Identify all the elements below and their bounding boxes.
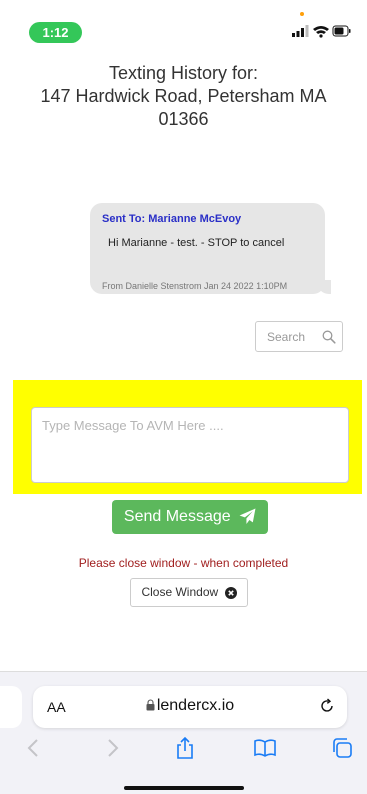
bookmarks-icon[interactable]	[253, 736, 277, 760]
previous-tab-stub[interactable]	[0, 686, 22, 728]
message-recipient: Sent To: Marianne McEvoy	[102, 213, 242, 225]
share-icon[interactable]	[173, 736, 197, 760]
address-bar[interactable]: AA lendercx.io	[33, 686, 347, 728]
back-icon[interactable]	[22, 736, 46, 760]
forward-icon[interactable]	[100, 736, 124, 760]
status-bar: 1:12	[0, 0, 367, 44]
url-display[interactable]: lendercx.io	[33, 697, 347, 715]
home-indicator	[124, 786, 244, 790]
browser-chrome: AA lendercx.io	[0, 671, 367, 794]
close-window-button[interactable]: Close Window	[130, 578, 248, 607]
status-icons	[292, 25, 351, 38]
wifi-icon	[313, 26, 329, 38]
close-notice: Please close window - when completed	[78, 556, 289, 570]
close-circle-icon	[224, 586, 237, 599]
close-window-label: Close Window	[141, 585, 219, 599]
search-input[interactable]: Search	[255, 321, 343, 352]
title-line-1: Texting History for:	[108, 63, 259, 83]
message-body: Hi Marianne - test. - STOP to cancel	[108, 237, 285, 249]
message-bubble: Sent To: Marianne McEvoy Hi Marianne - t…	[90, 203, 331, 294]
title-line-2: 147 Hardwick Road, Petersham MA	[40, 86, 327, 106]
search-placeholder: Search	[267, 330, 306, 344]
send-message-button[interactable]: Send Message	[112, 500, 268, 534]
browser-toolbar	[0, 736, 367, 766]
message-input[interactable]	[31, 407, 349, 483]
reload-icon[interactable]	[319, 698, 335, 714]
title-line-3: 01366	[158, 109, 209, 129]
url-text: lendercx.io	[156, 697, 235, 714]
page-title: Texting History for: 147 Hardwick Road, …	[0, 62, 367, 131]
message-meta: From Danielle Stenstrom Jan 24 2022 1:10…	[102, 281, 288, 291]
lock-icon	[146, 699, 155, 711]
status-time: 1:12	[29, 22, 82, 43]
battery-icon	[332, 25, 351, 37]
tabs-icon[interactable]	[330, 736, 354, 760]
mic-indicator-dot	[300, 12, 304, 16]
send-message-label: Send Message	[123, 508, 231, 525]
paper-plane-icon	[239, 508, 256, 525]
search-icon	[322, 330, 336, 344]
signal-icon	[292, 25, 309, 37]
